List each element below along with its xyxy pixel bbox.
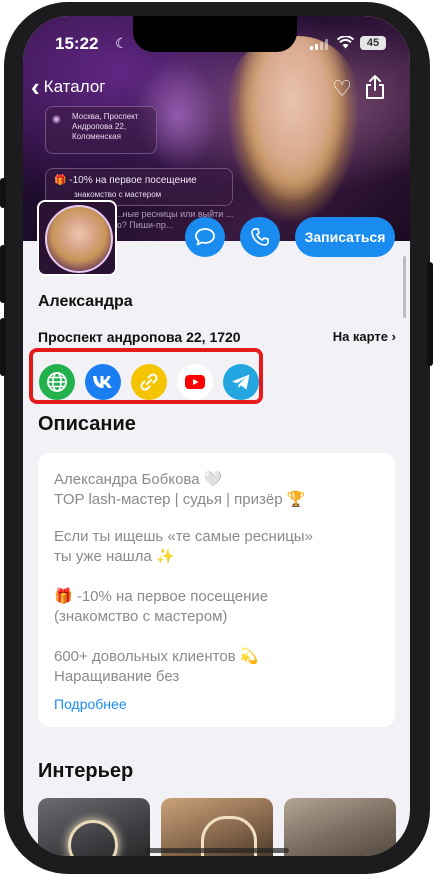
screen: ◉ Москва, Проспект Андропова 22, Коломен… [23, 16, 410, 856]
social-links-highlight [29, 348, 263, 404]
moon-icon: ☾ [115, 35, 128, 51]
chevron-right-icon: › [391, 329, 396, 344]
status-time: 15:22 [55, 34, 99, 53]
call-button[interactable] [240, 217, 280, 257]
home-indicator[interactable] [145, 848, 289, 853]
interior-heading: Интерьер [38, 760, 134, 782]
description-paragraph-1: Александра Бобкова 🤍 TOP lash-мастер | с… [54, 471, 306, 508]
volume-down-button [0, 318, 6, 376]
youtube-icon [185, 375, 205, 389]
mute-switch [0, 178, 6, 208]
avatar-photo [45, 205, 113, 273]
vk-icon [93, 376, 112, 388]
telegram-icon [232, 374, 250, 390]
read-more-link[interactable]: Подробнее [54, 696, 127, 712]
hero-photo [228, 36, 358, 221]
share-icon[interactable] [364, 74, 386, 105]
master-address: Проспект андропова 22, 1720 [38, 329, 241, 345]
chevron-left-icon: ‹ [31, 72, 40, 102]
description-card: Александра Бобкова 🤍 TOP lash-мастер | с… [38, 453, 395, 727]
cellular-signal-icon [310, 39, 328, 50]
book-button[interactable]: Записаться [295, 217, 395, 257]
hero-discount-subtext: знакомство с мастером [74, 190, 162, 199]
vk-button[interactable] [85, 364, 121, 400]
link-icon [140, 373, 158, 391]
website-button[interactable] [39, 364, 75, 400]
telegram-button[interactable] [223, 364, 259, 400]
power-button [427, 262, 433, 366]
globe-icon [47, 372, 67, 392]
map-link-label: На карте [332, 329, 389, 344]
status-bar: 15:22 ☾ 45 [23, 34, 410, 54]
location-pin-icon: ◉ [52, 114, 61, 125]
link-button[interactable] [131, 364, 167, 400]
master-avatar[interactable] [37, 200, 117, 276]
youtube-button[interactable] [177, 364, 213, 400]
description-paragraph-3: 🎁 -10% на первое посещение (знакомство с… [54, 588, 269, 625]
volume-up-button [0, 245, 6, 303]
map-link[interactable]: На карте › [333, 329, 396, 344]
description-heading: Описание [38, 413, 136, 435]
chat-bubble-icon [195, 228, 215, 246]
favorite-heart-icon[interactable]: ♡ [332, 76, 352, 102]
hero-lash-text: ...ные ресницы или выйти ... ю? Пиши-пр.… [115, 209, 234, 230]
hero-address-card: ◉ Москва, Проспект Андропова 22, Коломен… [45, 106, 157, 154]
hero-address-line-2: Андропова 22, [72, 122, 127, 131]
master-name: Александра [38, 293, 133, 310]
hero-address-line-1: Москва, Проспект [72, 112, 139, 121]
hero-discount-text: -10% на первое посещение [69, 175, 197, 186]
interior-photo-3[interactable] [284, 798, 396, 856]
message-button[interactable] [185, 217, 225, 257]
gift-icon: 🎁 [54, 175, 67, 186]
description-paragraph-4: 600+ довольных клиентов 💫 Наращивание бе… [54, 648, 259, 685]
interior-photo-1[interactable] [38, 798, 150, 856]
battery-icon: 45 [360, 36, 386, 50]
hero-address-line-3: Коломенская [72, 132, 121, 141]
phone-icon [251, 228, 269, 246]
description-paragraph-2: Если ты ищешь «те самые ресницы» ты уже … [54, 528, 313, 565]
back-label: Каталог [43, 77, 106, 96]
scrollbar[interactable] [403, 256, 406, 318]
wifi-icon [336, 35, 355, 52]
top-nav: ‹ Каталог ♡ [23, 74, 410, 104]
back-button[interactable]: ‹ Каталог [31, 74, 105, 100]
